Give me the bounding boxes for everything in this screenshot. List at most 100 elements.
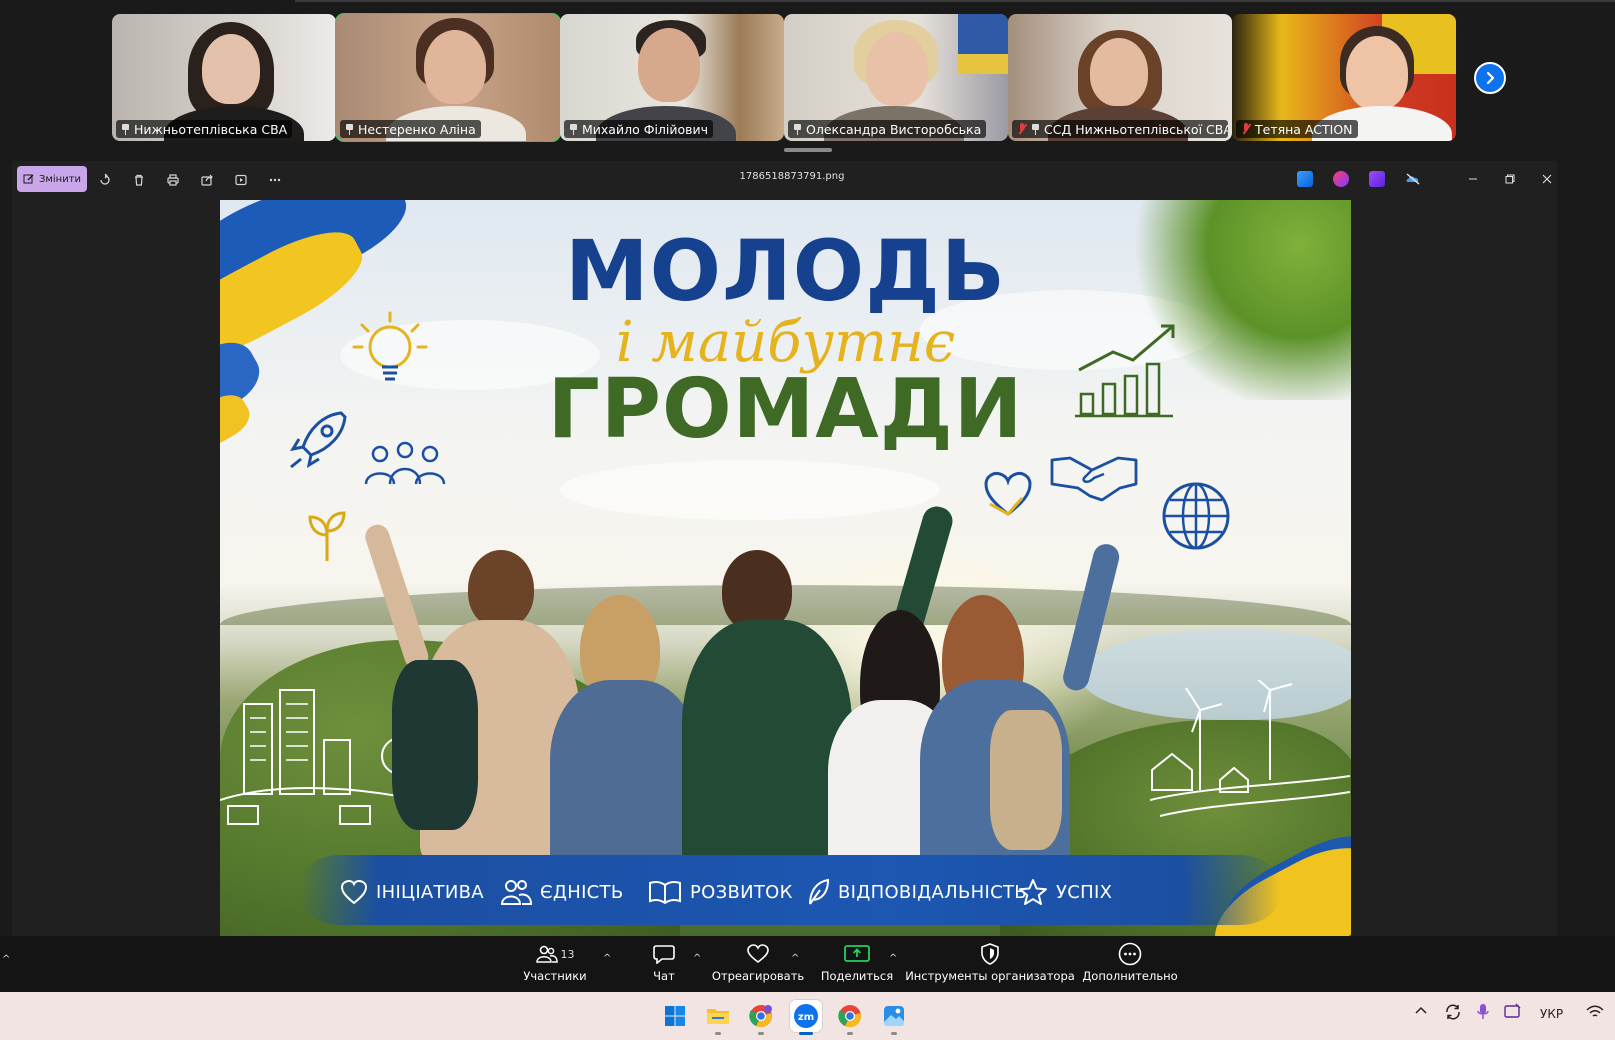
edit-image-button[interactable]: Змінити <box>17 166 87 192</box>
resize-handle[interactable] <box>784 148 832 152</box>
wifi-icon <box>1586 1005 1604 1017</box>
participant-name: Олександра Висторобська <box>806 121 982 137</box>
muted-mic-icon <box>1241 123 1251 135</box>
audio-options-caret[interactable]: ^ <box>2 954 10 965</box>
leaf-icon <box>809 878 830 905</box>
more-options-button[interactable] <box>264 169 286 191</box>
chat-button[interactable]: Чат <box>648 943 680 987</box>
onedrive-off-icon[interactable] <box>1405 171 1421 187</box>
notification-tray-button[interactable] <box>1504 1003 1522 1024</box>
file-explorer-button[interactable] <box>702 1000 734 1035</box>
photos-taskbar-button[interactable] <box>878 1000 910 1035</box>
share-button[interactable] <box>196 169 218 191</box>
copilot-icon[interactable] <box>1333 171 1349 187</box>
restore-icon <box>1505 174 1515 184</box>
tray-overflow-button[interactable] <box>1414 1004 1428 1021</box>
participant-name: Тетяна ACTION <box>1255 121 1353 137</box>
muted-mic-icon <box>1017 123 1027 135</box>
more-dots-icon <box>1118 942 1142 966</box>
meeting-controls-bar: ^ 13 Участники ^ Чат ^ Отреагировать ^ П… <box>0 936 1615 992</box>
microphone-tray-button[interactable] <box>1476 1003 1490 1024</box>
rotate-button[interactable] <box>94 169 116 191</box>
restore-button[interactable] <box>1497 167 1523 191</box>
rotate-icon <box>100 173 110 185</box>
open-book-icon <box>649 880 681 905</box>
participants-icon <box>535 945 558 963</box>
share-screen-icon <box>844 945 870 962</box>
participant-name-tag: ССД Нижньотеплівської СВА... <box>1012 120 1228 138</box>
close-button[interactable] <box>1534 167 1560 191</box>
more-button[interactable]: Дополнительно <box>1082 942 1178 987</box>
participant-tile[interactable]: Олександра Висторобська <box>784 14 1008 141</box>
share-caret[interactable]: ^ <box>889 953 897 964</box>
participants-count: 13 <box>560 947 575 961</box>
minimize-button[interactable] <box>1460 167 1486 191</box>
chevron-right-icon <box>1486 71 1495 85</box>
share-screen-button[interactable]: Поделиться <box>821 943 893 987</box>
trash-icon <box>135 174 143 186</box>
value-initiative: ІНІЦІАТИВА <box>340 875 484 909</box>
shield-icon <box>981 943 999 965</box>
participant-name-tag: Тетяна ACTION <box>1236 120 1358 138</box>
city-sketch <box>220 689 420 825</box>
microphone-icon <box>1477 1004 1489 1019</box>
react-caret[interactable]: ^ <box>791 953 799 964</box>
participant-tile[interactable]: Нижньотеплівська СВА <box>112 14 336 141</box>
screen-share-tray-icon <box>1504 1003 1521 1018</box>
participant-tile[interactable]: ССД Нижньотеплівської СВА... <box>1008 14 1232 141</box>
village-windmills-sketch <box>1150 680 1350 817</box>
participants-caret[interactable]: ^ <box>603 953 611 964</box>
windows-taskbar: zm УКР <box>0 992 1615 1040</box>
wifi-button[interactable] <box>1586 1004 1604 1023</box>
file-name: 1786518873791.png <box>739 171 845 182</box>
chrome-button[interactable] <box>834 1000 866 1035</box>
sync-icon <box>1446 1004 1460 1020</box>
people-outline-icon <box>500 880 532 905</box>
chevron-up-icon <box>1415 1006 1427 1014</box>
chat-caret[interactable]: ^ <box>693 953 701 964</box>
chat-icon <box>653 945 675 964</box>
heart-reaction-icon <box>747 944 769 964</box>
participant-name: Нестеренко Аліна <box>358 121 476 137</box>
participant-strip: Нижньотеплівська СВА Нестеренко Аліна Ми… <box>0 0 1615 150</box>
chrome-profile-button[interactable] <box>745 1000 777 1035</box>
participant-tile[interactable]: Тетяна ACTION <box>1232 14 1456 141</box>
participant-name-tag: Нестеренко Аліна <box>340 120 481 138</box>
play-icon <box>235 174 247 186</box>
pin-icon <box>121 123 130 135</box>
pin-icon <box>1031 123 1040 135</box>
input-language[interactable]: УКР <box>1540 1007 1563 1021</box>
light-bulb-icon <box>352 311 428 381</box>
host-tools-button[interactable]: Инструменты организатора <box>905 943 1075 987</box>
photos-app-icon[interactable] <box>1297 171 1313 187</box>
svg-text:zm: zm <box>798 1012 814 1023</box>
value-development: РОЗВИТОК <box>648 875 793 909</box>
react-button[interactable]: Отреагировать <box>712 943 804 987</box>
star-outline-icon <box>1019 879 1047 905</box>
printer-icon <box>167 174 179 186</box>
group-people-icon <box>364 441 446 485</box>
sprout-icon <box>308 511 346 561</box>
value-unity: ЄДНІСТЬ <box>500 875 624 909</box>
globe-icon <box>1162 482 1230 550</box>
participants-button[interactable]: 13 Участники <box>520 943 590 987</box>
backpack <box>392 660 478 830</box>
slideshow-button[interactable] <box>230 169 252 191</box>
participant-name-tag: Нижньотеплівська СВА <box>116 120 293 138</box>
participant-tile-active-speaker[interactable]: Нестеренко Аліна <box>335 13 561 142</box>
next-participants-button[interactable] <box>1474 62 1506 94</box>
zoom-taskbar-button[interactable]: zm <box>790 1000 822 1035</box>
participant-tile[interactable]: Михайло Філійович <box>560 14 784 141</box>
clipchamp-icon[interactable] <box>1369 171 1385 187</box>
ellipsis-icon <box>269 178 281 182</box>
backpack <box>990 710 1062 850</box>
zoom-icon: zm <box>794 1004 818 1028</box>
participant-name: Нижньотеплівська СВА <box>134 121 288 137</box>
share-icon <box>201 174 213 186</box>
participant-name: Михайло Філійович <box>582 121 709 137</box>
print-button[interactable] <box>162 169 184 191</box>
delete-button[interactable] <box>128 169 150 191</box>
sync-icon-button[interactable] <box>1444 1003 1462 1024</box>
edit-pencil-icon <box>23 174 34 184</box>
start-button[interactable] <box>659 1000 691 1032</box>
